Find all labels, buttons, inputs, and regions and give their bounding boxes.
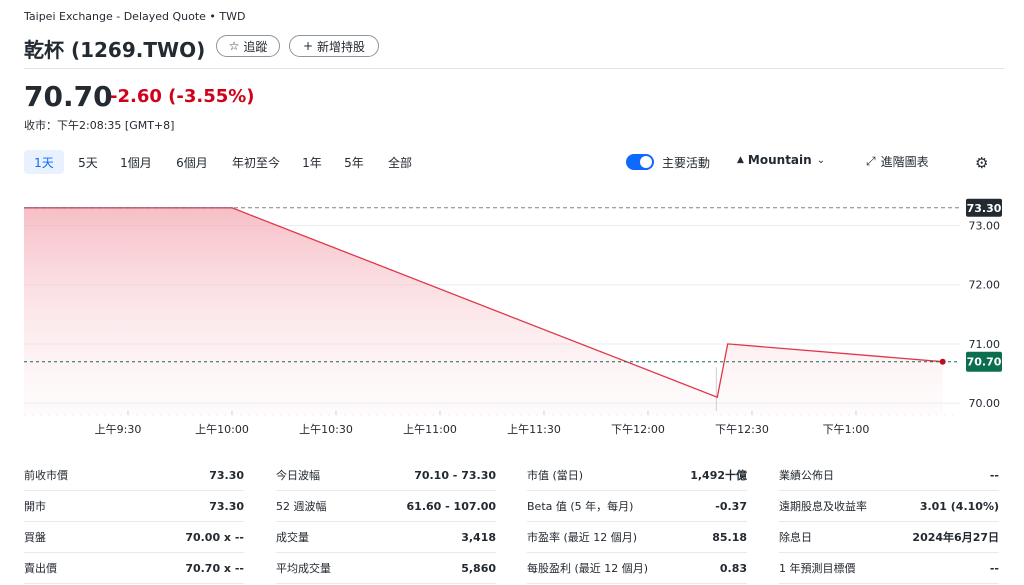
stat-value: 73.30 bbox=[209, 499, 244, 513]
stat-value: 1,492十億 bbox=[690, 469, 747, 482]
stat-row: 除息日 2024年6月27日 bbox=[779, 522, 999, 553]
price-area bbox=[24, 207, 943, 415]
x-tick-label: 下午1:00 bbox=[823, 423, 870, 436]
stat-row: 今日波幅 70.10 - 73.30 bbox=[276, 460, 496, 491]
stat-row: 買盤 70.00 x -- bbox=[24, 522, 244, 553]
stat-label: 市盈率 (最近 12 個月) bbox=[527, 531, 638, 544]
x-tick-label: 上午11:00 bbox=[403, 423, 457, 436]
stock-title: 乾杯 (1269.TWO) bbox=[24, 38, 206, 62]
stat-label: 每股盈利 (最近 12 個月) bbox=[527, 562, 649, 575]
chart-type-label: Mountain bbox=[747, 153, 812, 167]
current-price: 70.70 bbox=[24, 80, 113, 113]
range-tab[interactable]: 6個月 bbox=[168, 150, 216, 174]
range-tab[interactable]: 1個月 bbox=[112, 150, 160, 174]
stat-row: 市盈率 (最近 12 個月) 85.18 bbox=[527, 522, 747, 553]
stat-value: -0.37 bbox=[715, 499, 747, 513]
x-tick-label: 上午9:30 bbox=[95, 423, 142, 436]
range-tab[interactable]: 年初至今 bbox=[226, 150, 286, 174]
stat-label: 市值 (當日) bbox=[527, 469, 584, 482]
chevron-down-icon: ⌄ bbox=[816, 154, 826, 166]
add-holding-label: 新增持股 bbox=[317, 39, 366, 54]
stat-value: 0.83 bbox=[719, 561, 747, 575]
stat-value: 85.18 bbox=[712, 530, 747, 544]
stat-value: -- bbox=[989, 468, 999, 482]
add-holding-button[interactable]: + 新增持股 bbox=[289, 35, 379, 57]
current-price-label: 70.70 bbox=[967, 356, 1002, 369]
x-tick-label: 下午12:00 bbox=[611, 423, 665, 436]
stat-row: 開市 73.30 bbox=[24, 491, 244, 522]
stat-value: 5,860 bbox=[461, 561, 496, 575]
star-icon: ☆ bbox=[228, 39, 240, 53]
stat-value: 73.30 bbox=[209, 468, 244, 482]
stat-label: 52 週波幅 bbox=[276, 500, 327, 513]
chart-type-dropdown[interactable]: ▲ Mountain ⌄ bbox=[737, 153, 825, 167]
expand-icon: ⤢ bbox=[866, 154, 876, 168]
stat-row: 業績公佈日 -- bbox=[779, 460, 999, 491]
stat-row: 遠期股息及收益率 3.01 (4.10%) bbox=[779, 491, 999, 522]
x-tick-label: 上午10:00 bbox=[195, 423, 249, 436]
y-tick-label: 71.00 bbox=[969, 338, 1001, 351]
stat-value: 70.70 x -- bbox=[185, 561, 244, 575]
stat-label: 1 年預測目標價 bbox=[779, 562, 856, 575]
x-tick-label: 下午12:30 bbox=[715, 423, 769, 436]
stat-row: 賣出價 70.70 x -- bbox=[24, 553, 244, 584]
stat-label: 前收市價 bbox=[24, 469, 68, 482]
stat-label: 成交量 bbox=[276, 531, 309, 544]
y-tick-label: 70.00 bbox=[969, 397, 1001, 410]
stat-label: 買盤 bbox=[24, 531, 46, 544]
y-tick-label: 73.00 bbox=[969, 220, 1001, 233]
exchange-info: Taipei Exchange - Delayed Quote • TWD bbox=[24, 10, 246, 23]
stat-label: 遠期股息及收益率 bbox=[779, 500, 867, 513]
stat-row: 1 年預測目標價 -- bbox=[779, 553, 999, 584]
advanced-chart-button[interactable]: ⤢ 進階圖表 bbox=[866, 153, 929, 170]
y-tick-label: 72.00 bbox=[969, 279, 1001, 292]
stat-label: 開市 bbox=[24, 500, 46, 513]
stat-label: 業績公佈日 bbox=[779, 469, 834, 482]
range-tab[interactable]: 1年 bbox=[296, 150, 328, 174]
price-change: -2.60 (-3.55%) bbox=[110, 86, 255, 107]
stat-row: 成交量 3,418 bbox=[276, 522, 496, 553]
mountain-icon: ▲ bbox=[737, 155, 744, 165]
stat-row: Beta 值 (5 年，每月) -0.37 bbox=[527, 491, 747, 522]
stat-label: 除息日 bbox=[779, 531, 812, 544]
stat-label: Beta 值 (5 年，每月) bbox=[527, 500, 634, 513]
stat-row: 前收市價 73.30 bbox=[24, 460, 244, 491]
stat-value: 2024年6月27日 bbox=[912, 531, 999, 544]
key-events-toggle[interactable] bbox=[626, 154, 654, 170]
stat-row: 52 週波幅 61.60 - 107.00 bbox=[276, 491, 496, 522]
follow-button[interactable]: ☆ 追蹤 bbox=[216, 35, 280, 57]
stat-value: 61.60 - 107.00 bbox=[406, 499, 496, 513]
x-tick-label: 上午11:30 bbox=[507, 423, 561, 436]
key-events-label: 主要活動 bbox=[662, 156, 711, 170]
follow-label: 追蹤 bbox=[243, 39, 268, 54]
stat-label: 賣出價 bbox=[24, 562, 57, 575]
header-divider bbox=[24, 68, 1004, 69]
range-tab[interactable]: 5年 bbox=[338, 150, 370, 174]
gear-icon[interactable]: ⚙ bbox=[975, 154, 988, 172]
stat-value: 70.00 x -- bbox=[185, 530, 244, 544]
range-tab[interactable]: 1天 bbox=[24, 150, 64, 174]
stat-value: 3,418 bbox=[461, 530, 496, 544]
previous-close-label: 73.30 bbox=[967, 202, 1002, 215]
stat-label: 今日波幅 bbox=[276, 469, 320, 482]
range-tab[interactable]: 5天 bbox=[72, 150, 104, 174]
stat-row: 市值 (當日) 1,492十億 bbox=[527, 460, 747, 491]
stat-value: 3.01 (4.10%) bbox=[919, 499, 999, 513]
close-time: 收市：下午2:08:35 [GMT+8] bbox=[24, 119, 175, 132]
toggle-knob bbox=[640, 156, 652, 168]
stat-value: 70.10 - 73.30 bbox=[414, 468, 496, 482]
advanced-chart-label: 進階圖表 bbox=[880, 155, 929, 169]
price-chart[interactable]: 73.30 70.70 73.00 72.00 71.00 70.00 上午9:30 上午… bbox=[0, 190, 1024, 440]
plus-icon: + bbox=[302, 39, 314, 53]
stat-row: 平均成交量 5,860 bbox=[276, 553, 496, 584]
stat-label: 平均成交量 bbox=[276, 562, 331, 575]
range-tab[interactable]: 全部 bbox=[382, 150, 418, 174]
stat-row: 每股盈利 (最近 12 個月) 0.83 bbox=[527, 553, 747, 584]
x-tick-label: 上午10:30 bbox=[299, 423, 353, 436]
stat-value: -- bbox=[989, 561, 999, 575]
